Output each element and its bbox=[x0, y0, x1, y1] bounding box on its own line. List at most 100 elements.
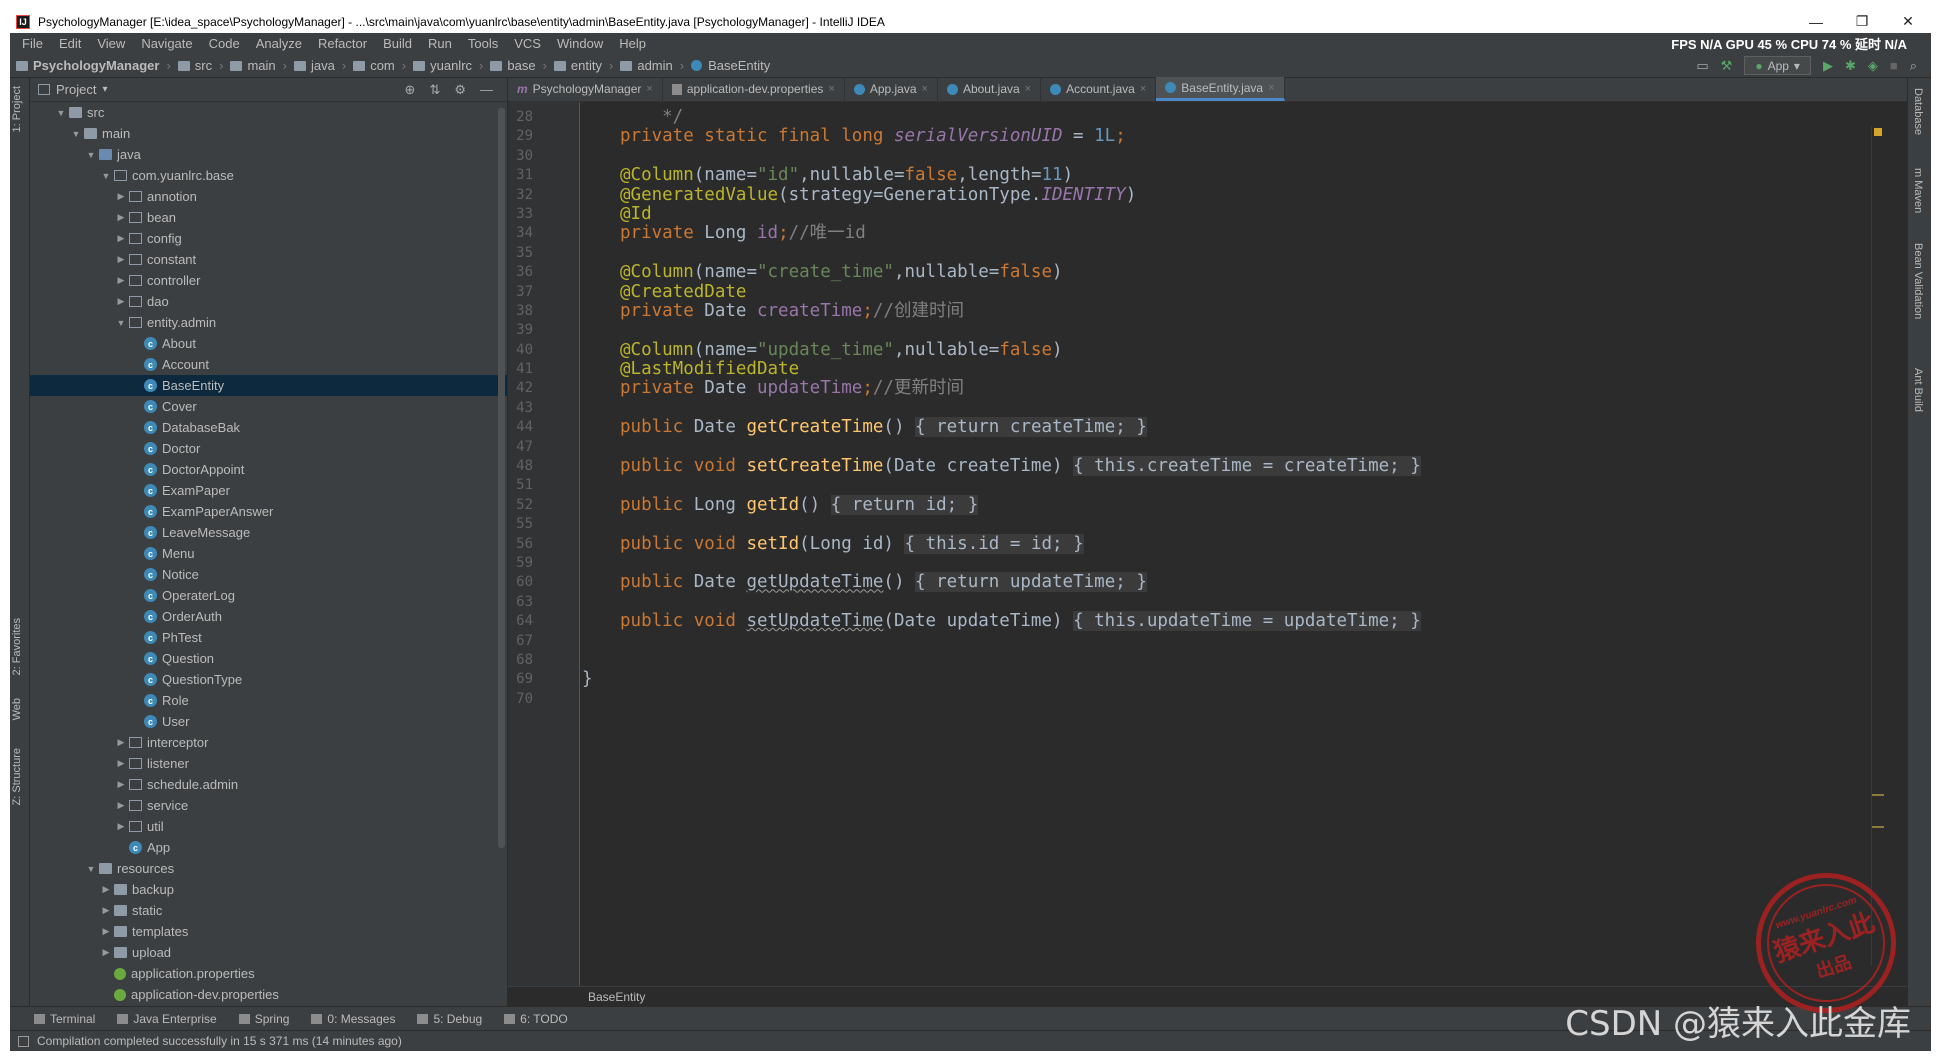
tree-item[interactable]: c ExamPaperAnswer bbox=[30, 501, 507, 522]
crumb-com[interactable]: com › bbox=[353, 58, 413, 73]
collapsed-arrow-icon[interactable]: ▶ bbox=[113, 191, 129, 202]
database-tool-tab[interactable]: Database bbox=[1912, 88, 1924, 135]
crumb-yuanlrc[interactable]: yuanlrc › bbox=[413, 58, 490, 73]
bottom-tool-button[interactable]: Spring bbox=[238, 1012, 289, 1026]
warning-mark[interactable] bbox=[1872, 794, 1884, 796]
collapsed-arrow-icon[interactable]: ▶ bbox=[113, 800, 129, 811]
tree-item[interactable]: c Notice bbox=[30, 564, 507, 585]
menu-edit[interactable]: Edit bbox=[51, 36, 89, 51]
tree-item[interactable]: ▶ constant bbox=[30, 249, 507, 270]
crumb-entity[interactable]: entity › bbox=[553, 58, 620, 73]
crumb-java[interactable]: java › bbox=[294, 58, 353, 73]
tree-item[interactable]: application.properties bbox=[30, 963, 507, 984]
expanded-arrow-icon[interactable]: ▼ bbox=[98, 171, 114, 181]
expanded-arrow-icon[interactable]: ▼ bbox=[83, 150, 99, 160]
ant-build-tool-tab[interactable]: Ant Build bbox=[1912, 368, 1924, 412]
bottom-tool-button[interactable]: 6: TODO bbox=[504, 1012, 568, 1026]
tree-item[interactable]: c OrderAuth bbox=[30, 606, 507, 627]
menu-analyze[interactable]: Analyze bbox=[248, 36, 310, 51]
warning-mark[interactable] bbox=[1872, 826, 1884, 828]
menu-code[interactable]: Code bbox=[201, 36, 248, 51]
collapsed-arrow-icon[interactable]: ▶ bbox=[98, 905, 114, 916]
tool-windows-icon[interactable] bbox=[18, 1035, 29, 1047]
close-tab-icon[interactable]: × bbox=[1025, 83, 1031, 95]
menu-vcs[interactable]: VCS bbox=[506, 36, 549, 51]
bottom-tool-button[interactable]: Java Enterprise bbox=[117, 1012, 217, 1026]
collapsed-arrow-icon[interactable]: ▶ bbox=[98, 947, 114, 958]
close-tab-icon[interactable]: × bbox=[1140, 83, 1146, 95]
maven-tool-tab[interactable]: m Maven bbox=[1912, 168, 1924, 213]
tree-item[interactable]: c Menu bbox=[30, 543, 507, 564]
tree-item[interactable]: c BaseEntity bbox=[30, 375, 507, 396]
tree-item[interactable]: ▶ util bbox=[30, 816, 507, 837]
collapsed-arrow-icon[interactable]: ▶ bbox=[113, 737, 129, 748]
close-tab-icon[interactable]: × bbox=[922, 83, 928, 95]
structure-tool-tab[interactable]: Z: Structure bbox=[11, 748, 29, 805]
coverage-icon[interactable]: ◈ bbox=[1868, 58, 1878, 74]
menu-file[interactable]: File bbox=[14, 36, 51, 51]
collapsed-arrow-icon[interactable]: ▶ bbox=[98, 926, 114, 937]
tree-item[interactable]: c DatabaseBak bbox=[30, 417, 507, 438]
collapsed-arrow-icon[interactable]: ▶ bbox=[113, 821, 129, 832]
bottom-tool-button[interactable]: 5: Debug bbox=[417, 1012, 482, 1026]
crumb-main[interactable]: main › bbox=[230, 58, 294, 73]
tree-item[interactable]: ▶ bean bbox=[30, 207, 507, 228]
search-icon[interactable]: ⌕ bbox=[1910, 58, 1917, 74]
run-configuration-select[interactable]: ● App ▾ bbox=[1744, 56, 1811, 75]
tree-item[interactable]: ▶ interceptor bbox=[30, 732, 507, 753]
chevron-down-icon[interactable]: ▾ bbox=[102, 84, 107, 95]
collapsed-arrow-icon[interactable]: ▶ bbox=[98, 884, 114, 895]
expanded-arrow-icon[interactable]: ▼ bbox=[68, 129, 84, 139]
editor-tab[interactable]: m PsychologyManager × bbox=[508, 77, 663, 101]
debug-icon[interactable]: ✱ bbox=[1845, 58, 1856, 74]
tree-item[interactable]: ▶ annotion bbox=[30, 186, 507, 207]
menu-tools[interactable]: Tools bbox=[460, 36, 506, 51]
tree-item[interactable]: c About bbox=[30, 333, 507, 354]
tree-item[interactable]: c LeaveMessage bbox=[30, 522, 507, 543]
web-tool-tab[interactable]: Web bbox=[11, 698, 29, 720]
tree-item[interactable]: c App bbox=[30, 837, 507, 858]
tree-item[interactable]: ▼ main bbox=[30, 123, 507, 144]
tree-item[interactable]: ▶ service bbox=[30, 795, 507, 816]
gear-icon[interactable]: ⚙ bbox=[454, 82, 466, 98]
bean-validation-tool-tab[interactable]: Bean Validation bbox=[1912, 243, 1924, 319]
tree-item[interactable]: ▼ resources bbox=[30, 858, 507, 879]
run-icon[interactable]: ▶ bbox=[1823, 58, 1833, 74]
collapsed-arrow-icon[interactable]: ▶ bbox=[113, 779, 129, 790]
tree-item[interactable]: ▶ listener bbox=[30, 753, 507, 774]
collapse-all-icon[interactable]: ⇅ bbox=[429, 82, 440, 98]
tree-item[interactable]: c PhTest bbox=[30, 627, 507, 648]
tree-item[interactable]: ▶ backup bbox=[30, 879, 507, 900]
tree-item[interactable]: ▼ com.yuanlrc.base bbox=[30, 165, 507, 186]
project-scrollbar[interactable] bbox=[498, 108, 505, 848]
hide-icon[interactable]: — bbox=[480, 82, 493, 97]
tree-item[interactable]: c Cover bbox=[30, 396, 507, 417]
tree-item[interactable]: c QuestionType bbox=[30, 669, 507, 690]
close-tab-icon[interactable]: × bbox=[646, 83, 652, 95]
bottom-tool-button[interactable]: 0: Messages bbox=[311, 1012, 395, 1026]
tree-item[interactable]: c OperaterLog bbox=[30, 585, 507, 606]
collapsed-arrow-icon[interactable]: ▶ bbox=[113, 233, 129, 244]
favorites-tool-tab[interactable]: 2: Favorites bbox=[11, 618, 29, 675]
collapsed-arrow-icon[interactable]: ▶ bbox=[113, 212, 129, 223]
code-editor[interactable]: */private static final long serialVersio… bbox=[580, 102, 1907, 986]
tree-item[interactable]: ▶ controller bbox=[30, 270, 507, 291]
tree-item[interactable]: application-dev.properties bbox=[30, 984, 507, 1005]
crumb-base[interactable]: base › bbox=[490, 58, 554, 73]
menu-navigate[interactable]: Navigate bbox=[133, 36, 200, 51]
tree-item[interactable]: c DoctorAppoint bbox=[30, 459, 507, 480]
expanded-arrow-icon[interactable]: ▼ bbox=[53, 108, 69, 118]
minimize-button[interactable]: — bbox=[1793, 14, 1839, 30]
tree-item[interactable]: ▼ entity.admin bbox=[30, 312, 507, 333]
close-button[interactable]: ✕ bbox=[1885, 13, 1931, 30]
crumb-project[interactable]: PsychologyManager › bbox=[16, 58, 178, 73]
tree-item[interactable]: ▶ templates bbox=[30, 921, 507, 942]
tree-item[interactable]: c User bbox=[30, 711, 507, 732]
tree-item[interactable]: c Doctor bbox=[30, 438, 507, 459]
warning-indicator-icon[interactable] bbox=[1874, 128, 1882, 136]
stop-icon[interactable]: ■ bbox=[1890, 58, 1898, 73]
collapsed-arrow-icon[interactable]: ▶ bbox=[113, 758, 129, 769]
collapsed-arrow-icon[interactable]: ▶ bbox=[113, 275, 129, 286]
project-view-select[interactable]: Project bbox=[56, 82, 96, 97]
expanded-arrow-icon[interactable]: ▼ bbox=[113, 318, 129, 328]
